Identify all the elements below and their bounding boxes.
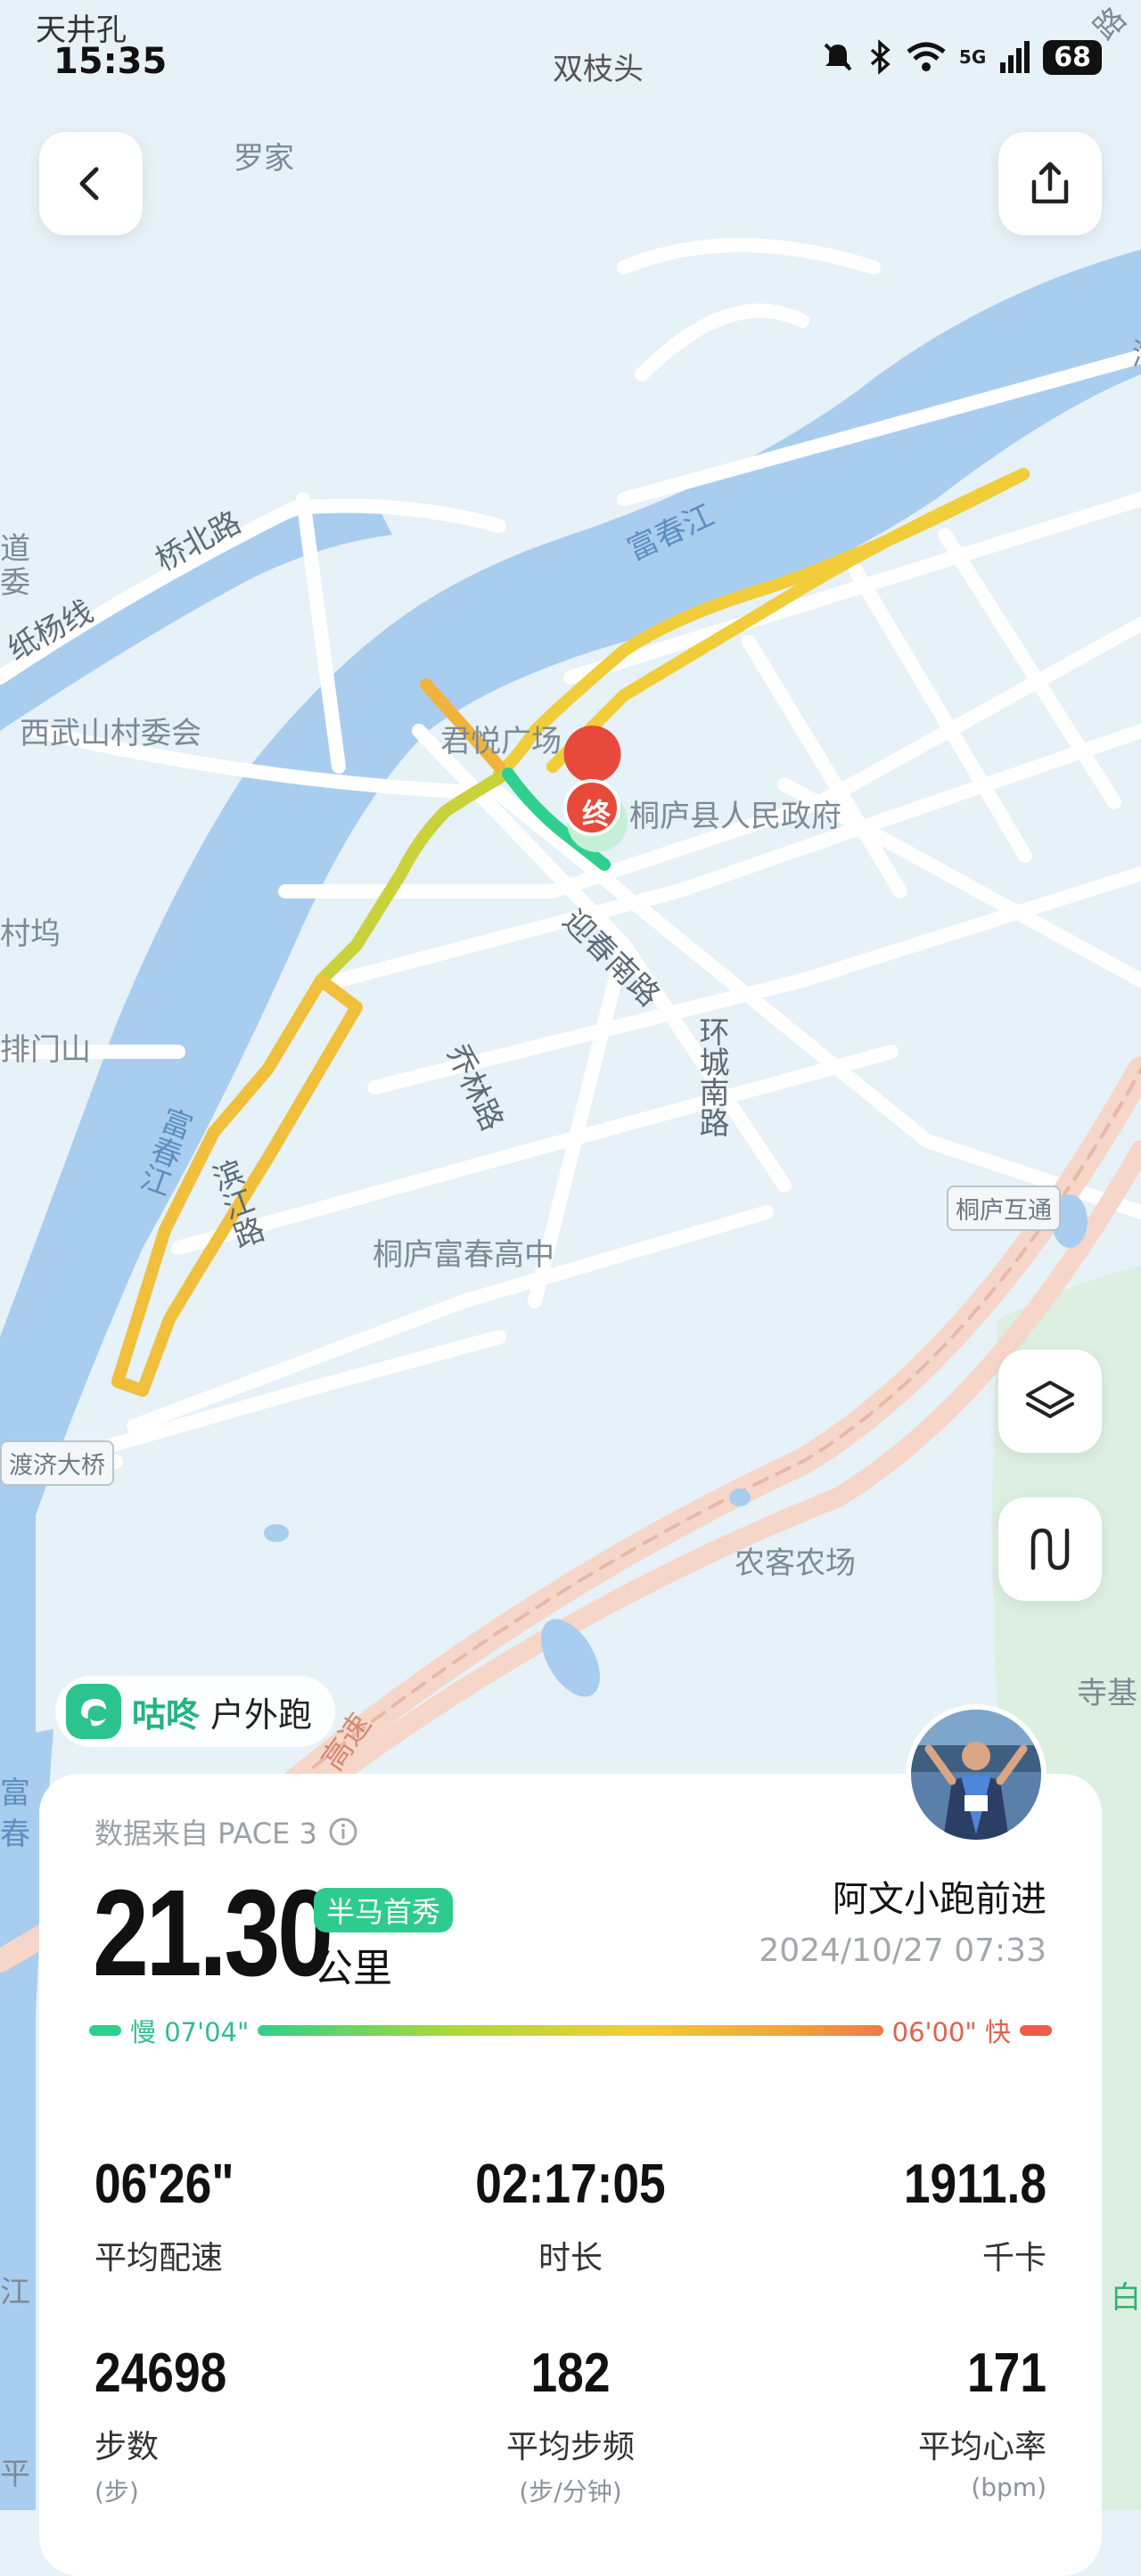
user-photo (911, 1710, 1041, 1840)
network-type: 5G (958, 46, 987, 68)
stat-duration: 02:17:05 时长 (419, 2157, 722, 2278)
stat-label: 时长 (538, 2240, 603, 2277)
signal-icon (1000, 41, 1030, 73)
stat-avg-pace: 06'26" 平均配速 (94, 2157, 398, 2278)
layers-button[interactable] (998, 1350, 1102, 1453)
wifi-icon (907, 42, 946, 71)
mute-bell-icon (824, 43, 852, 71)
fast-pace-swatch (1020, 2025, 1052, 2036)
map-label-nongke: 农客农场 (735, 1546, 856, 1581)
pace-fast-label: 06'00" 快 (891, 2017, 1011, 2047)
map-label-huanchengnanlu: 环城南路 (694, 1016, 729, 1137)
bluetooth-icon (870, 39, 891, 75)
route-button[interactable] (998, 1497, 1102, 1601)
stat-label: 步数 (94, 2429, 160, 2465)
map-label-siji: 寺基 (1077, 1676, 1137, 1711)
stat-value: 1911.8 (903, 2154, 1047, 2215)
stat-label: 平均心率 (917, 2429, 1047, 2465)
stat-unit: (步) (94, 2477, 139, 2506)
map-label-jiang: 江 (0, 2275, 30, 2310)
stat-label: 平均配速 (94, 2240, 224, 2277)
status-time: 15:35 (53, 41, 168, 82)
stat-calories: 1911.8 千卡 (743, 2157, 1047, 2278)
stat-value: 171 (967, 2342, 1047, 2404)
data-source: 数据来自 PACE 3 (94, 1817, 317, 1850)
map-label-paimenshan: 排门山 (0, 1032, 91, 1068)
end-marker-label: 终 (582, 797, 612, 831)
pace-slow-label: 慢 07'04" (130, 2017, 250, 2047)
stat-cadence: 182 平均步频 (步/分钟) (419, 2346, 722, 2508)
pace-color-scale: 慢 07'04" 06'00" 快 (89, 2014, 1052, 2047)
run-summary-card: 数据来自 PACE 3 21.30 半马首秀 公里 阿文小跑前进 2024/10… (39, 1774, 1102, 2576)
map-label-tonglu-hutong: 桐庐互通 (947, 1185, 1061, 1231)
codoon-logo-icon (66, 1684, 121, 1739)
stat-label: 千卡 (981, 2240, 1047, 2277)
share-icon (1031, 161, 1069, 204)
app-brand: 咕咚 (132, 1694, 201, 1735)
pace-gradient-bar (258, 2025, 883, 2036)
map-label-duji-daqiao: 渡济大桥 (0, 1440, 114, 1486)
back-button[interactable] (39, 132, 143, 235)
avatar[interactable] (906, 1704, 1047, 1845)
status-bar: 天井孔 15:35 双枝头 5G 68 (0, 0, 1141, 89)
status-place: 双枝头 (553, 52, 644, 87)
map-label-bai: 白 (1111, 2280, 1141, 2316)
map-label-fuchun-gaozhong: 桐庐富春高中 (373, 1237, 554, 1273)
map-label-ping: 平 (0, 2457, 30, 2492)
slow-pace-swatch (89, 2025, 121, 2036)
data-source-line: 数据来自 PACE 3 (94, 1811, 358, 1852)
status-icons: 5G 68 (820, 39, 1102, 75)
stat-heart-rate: 171 平均心率 (bpm) (743, 2342, 1047, 2503)
map-label-fu2: 富 (0, 1776, 30, 1811)
map-label-wei: 委 (0, 565, 30, 601)
stat-unit: (步/分钟) (519, 2477, 622, 2506)
share-button[interactable] (998, 132, 1102, 235)
layers-icon (1026, 1381, 1074, 1418)
distance-unit: 公里 (314, 1946, 392, 1991)
activity-type: 户外跑 (210, 1694, 313, 1735)
map-label-junyue: 君悦广场 (440, 724, 562, 759)
route-icon (1030, 1528, 1070, 1571)
map-label-hu: 湖 (1132, 330, 1141, 373)
stat-unit: (bpm) (971, 2473, 1047, 2502)
stat-value: 182 (530, 2342, 611, 2404)
run-datetime: 2024/10/27 07:33 (759, 1932, 1047, 1969)
stat-value: 02:17:05 (475, 2154, 666, 2215)
info-icon[interactable] (328, 1817, 358, 1847)
battery-indicator: 68 (1043, 39, 1102, 75)
stat-value: 06'26" (94, 2154, 234, 2215)
stat-label: 平均步频 (505, 2429, 635, 2465)
stat-value: 24698 (94, 2342, 227, 2404)
map-label-luojia: 罗家 (234, 141, 294, 176)
map-label-govt: 桐庐县人民政府 (629, 799, 841, 834)
user-name[interactable]: 阿文小跑前进 (833, 1870, 1047, 1922)
map-label-cunwu: 村坞 (0, 916, 61, 952)
map-label-xiwushan: 西武山村委会 (20, 716, 201, 751)
chevron-left-icon (79, 167, 99, 201)
app-source-chip: 咕咚 户外跑 (55, 1676, 336, 1747)
map-label-chun2: 春 (0, 1817, 30, 1852)
stat-steps: 24698 步数 (步) (94, 2346, 398, 2508)
half-marathon-badge: 半马首秀 (314, 1888, 454, 1932)
distance-value: 21.30 (93, 1865, 333, 2002)
